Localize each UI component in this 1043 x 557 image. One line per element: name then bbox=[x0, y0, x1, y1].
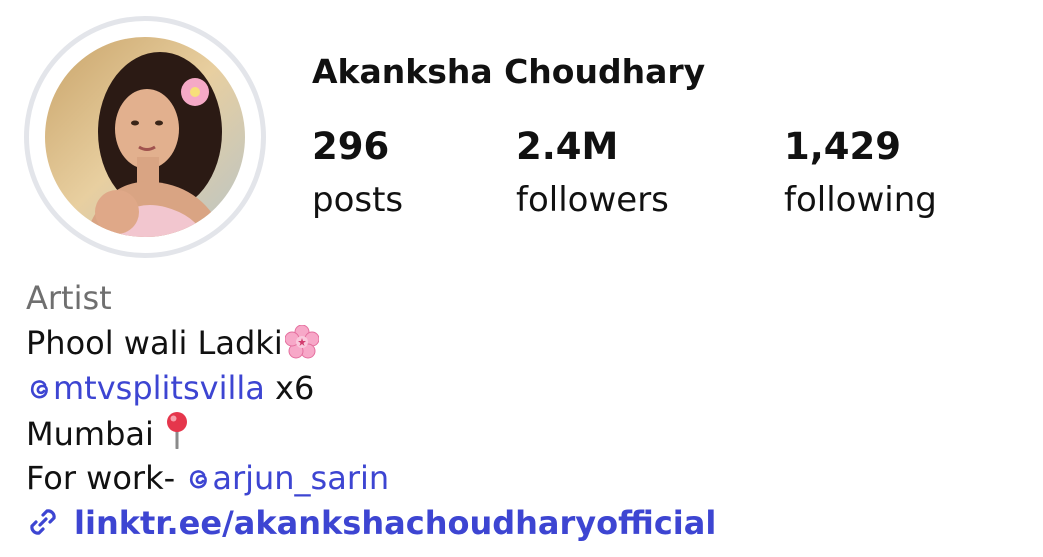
profile-avatar[interactable] bbox=[24, 16, 266, 258]
bio-line: Phool wali Ladki bbox=[26, 321, 716, 366]
mention-link[interactable]: mtvsplitsvilla bbox=[26, 369, 265, 407]
posts-count: 296 bbox=[312, 125, 390, 168]
external-link[interactable]: linktr.ee/akankshachoudharyofficial bbox=[26, 501, 716, 546]
external-link-text: linktr.ee/akankshachoudharyofficial bbox=[74, 504, 717, 542]
posts-stat[interactable]: 296 posts bbox=[312, 124, 403, 222]
followers-count: 2.4M bbox=[516, 125, 619, 168]
following-label: following bbox=[784, 180, 937, 220]
bio-text: Mumbai bbox=[26, 415, 154, 453]
threads-at-icon bbox=[30, 380, 48, 399]
cherry-blossom-icon bbox=[284, 325, 319, 359]
bio-line: mtvsplitsvilla x6 bbox=[26, 366, 716, 411]
followers-stat[interactable]: 2.4M followers bbox=[516, 124, 669, 222]
followers-label: followers bbox=[516, 180, 669, 220]
profile-name: Akanksha Choudhary bbox=[312, 52, 706, 91]
avatar-photo bbox=[45, 37, 245, 237]
following-stat[interactable]: 1,429 following bbox=[784, 124, 937, 222]
following-count: 1,429 bbox=[784, 125, 902, 168]
mention-text: mtvsplitsvilla bbox=[53, 369, 265, 407]
mention-text: arjun_sarin bbox=[212, 459, 390, 497]
posts-label: posts bbox=[312, 180, 404, 220]
bio-line: For work- arjun_sarin bbox=[26, 456, 716, 501]
bio-text: For work- bbox=[26, 459, 186, 497]
chain-link-icon bbox=[30, 509, 56, 535]
profile-bio: Artist Phool wali Ladki mtvsplitsvilla x… bbox=[26, 276, 716, 546]
bio-line: Mumbai bbox=[26, 411, 716, 456]
bio-text: x6 bbox=[264, 369, 315, 407]
threads-at-icon bbox=[190, 470, 208, 489]
mention-link[interactable]: arjun_sarin bbox=[185, 459, 389, 497]
bio-text: Phool wali Ladki bbox=[26, 324, 283, 362]
profile-category: Artist bbox=[26, 279, 112, 317]
round-pushpin-icon bbox=[166, 412, 187, 449]
